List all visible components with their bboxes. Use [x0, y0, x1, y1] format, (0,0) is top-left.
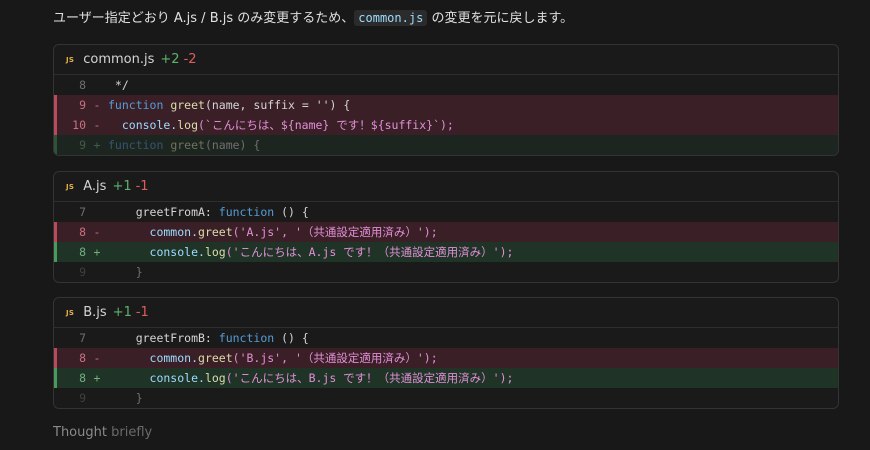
diff-sign: -	[93, 351, 101, 365]
code-string: ('A.js', '（共通設定適用済み）');	[232, 225, 438, 239]
code-text: }	[108, 265, 143, 279]
javascript-file-icon: JS	[66, 308, 75, 317]
diff-line-removed: 8- common. greet ('B.js', '（共通設定適用済み）');	[54, 348, 838, 368]
code-function: greet	[198, 351, 233, 365]
code-function: log	[204, 371, 226, 385]
diff-line-added: 8 + console. log ('こんにちは、A.js です！（共通設定適用済み）…	[54, 242, 838, 262]
diff-header[interactable]: JS A.js +1 -1	[54, 172, 838, 202]
code-text: (name, suffix = '') {	[204, 98, 351, 112]
diff-card-a-js[interactable]: JS A.js +1 -1 7 greetFromA: function () …	[53, 171, 839, 283]
diff-card-b-js[interactable]: JS B.js +1 -1 7 greetFromB: function () …	[53, 297, 839, 409]
line-number: 10	[72, 118, 86, 132]
diff-sign: +	[93, 138, 101, 152]
line-number: 8	[79, 225, 86, 239]
code-text: (name) {	[204, 138, 261, 152]
code-string: ('こんにちは、A.js です！（共通設定適用済み）');	[225, 245, 514, 259]
diff-file-name[interactable]: B.js	[83, 305, 106, 320]
lines-removed-count: -1	[135, 305, 149, 320]
diff-file-name[interactable]: common.js	[83, 52, 154, 67]
code-keyword: function	[108, 98, 171, 112]
diff-file-name[interactable]: A.js	[83, 179, 106, 194]
lines-added-count: +1	[112, 305, 132, 320]
diff-line-added: 8 + console. log ('こんにちは、B.js です！（共通設定適用済み）…	[54, 368, 838, 388]
code-function: greet	[198, 225, 233, 239]
diff-header[interactable]: JS B.js +1 -1	[54, 298, 838, 328]
line-number: 7	[79, 331, 86, 345]
diff-line-context: 9 }	[54, 262, 838, 282]
code-text: greetFromA:	[108, 205, 219, 219]
diff-line-added: 9 + function greet (name) {	[54, 135, 838, 155]
diff-header[interactable]: JS common.js +2 -2	[54, 45, 838, 75]
code-keyword: function	[218, 205, 275, 219]
code-text: greetFromB:	[108, 331, 219, 345]
code-function: log	[177, 118, 199, 132]
code-keyword: function	[108, 138, 171, 152]
diff-sign: +	[93, 245, 101, 259]
diff-line-removed: 10- console. log (`こんにちは、${name} です！${suff…	[54, 115, 838, 135]
lines-added-count: +2	[160, 52, 180, 67]
lines-removed-count: -1	[135, 179, 149, 194]
diff-sign: -	[93, 225, 101, 239]
code-object: console.	[108, 118, 178, 132]
lines-added-count: +1	[112, 179, 132, 194]
diff-line-removed: 9- function greet (name, suffix = '') {	[54, 95, 838, 115]
code-function: log	[204, 245, 226, 259]
lines-removed-count: -2	[183, 52, 197, 67]
diff-sign: +	[93, 371, 101, 385]
diff-line-context: 8 */	[54, 75, 838, 95]
code-object: console.	[108, 371, 205, 385]
thought-summary-toggle[interactable]: Thought briefly	[53, 425, 152, 440]
code-string: ('B.js', '（共通設定適用済み）');	[232, 351, 438, 365]
inline-code-filename: common.js	[354, 10, 428, 26]
code-text: }	[108, 391, 143, 405]
code-object: console.	[108, 245, 205, 259]
code-function: greet	[170, 98, 205, 112]
diff-sign: -	[93, 118, 101, 132]
line-number: 9	[79, 98, 86, 112]
diff-line-context: 7 greetFromB: function () {	[54, 328, 838, 348]
diff-line-context: 9 }	[54, 388, 838, 408]
thought-detail: briefly	[111, 425, 153, 440]
diff-line-removed: 8- common. greet ('A.js', '（共通設定適用済み）');	[54, 222, 838, 242]
code-object: common.	[108, 225, 199, 239]
code-string: ('こんにちは、B.js です！（共通設定適用済み）');	[225, 371, 514, 385]
javascript-file-icon: JS	[66, 182, 75, 191]
code-text: */	[108, 78, 129, 92]
line-number: 8	[79, 78, 86, 92]
assistant-message: ユーザー指定どおり A.js / B.js のみ変更するため、 common.js…	[53, 8, 853, 29]
code-object: common.	[108, 351, 199, 365]
line-number: 9	[79, 265, 86, 279]
intro-suffix: の変更を元に戻します。	[427, 11, 574, 26]
thought-label: Thought	[53, 425, 107, 440]
line-number: 8	[79, 371, 86, 385]
line-number: 8	[79, 351, 86, 365]
javascript-file-icon: JS	[66, 55, 75, 64]
line-number: 9	[79, 138, 86, 152]
line-number: 8	[79, 245, 86, 259]
code-keyword: function	[218, 331, 275, 345]
code-function: greet	[170, 138, 205, 152]
code-string: (`こんにちは、${name} です！${suffix}`);	[198, 118, 454, 132]
line-number: 9	[79, 391, 86, 405]
diff-sign: -	[93, 98, 101, 112]
diff-card-common-js[interactable]: JS common.js +2 -2 8 */ 9- function greet…	[53, 44, 839, 156]
intro-prefix: ユーザー指定どおり A.js / B.js のみ変更するため、	[53, 11, 355, 26]
diff-line-context: 7 greetFromA: function () {	[54, 202, 838, 222]
code-text: () {	[274, 205, 309, 219]
line-number: 7	[79, 205, 86, 219]
code-text: () {	[274, 331, 309, 345]
